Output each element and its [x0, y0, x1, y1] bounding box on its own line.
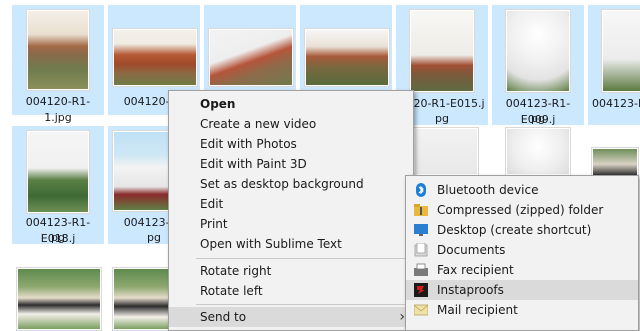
- send-to-documents[interactable]: Documents: [406, 240, 638, 260]
- menu-item-label: Set as desktop background: [200, 177, 364, 191]
- menu-item-label: Send to: [200, 310, 247, 324]
- menu-item-label: Edit with Paint 3D: [200, 157, 307, 171]
- send-to-desktop[interactable]: Desktop (create shortcut): [406, 220, 638, 240]
- bluetooth-icon: [416, 183, 426, 197]
- menu-item-label: Open: [200, 97, 236, 111]
- file-tile[interactable]: 004123-R1-E009.j pg: [492, 5, 584, 126]
- file-name-ext: pg: [531, 112, 545, 125]
- photo-thumbnail: [414, 128, 478, 175]
- menu-item-edit-paint3d[interactable]: Edit with Paint 3D: [169, 154, 413, 174]
- menu-item-label: Create a new video: [200, 117, 317, 131]
- photo-thumbnail: [506, 128, 570, 175]
- menu-item-label: Mail recipient: [437, 303, 518, 317]
- file-tile[interactable]: [12, 262, 104, 330]
- send-to-fax[interactable]: Fax recipient: [406, 260, 638, 280]
- send-to-zip[interactable]: Compressed (zipped) folder: [406, 200, 638, 220]
- menu-separator: [196, 304, 410, 305]
- menu-item-set-desktop-background[interactable]: Set as desktop background: [169, 174, 413, 194]
- file-name-ext: pg: [51, 231, 65, 244]
- menu-item-label: Print: [200, 217, 228, 231]
- photo-thumbnail: [305, 29, 389, 86]
- file-tile[interactable]: [204, 5, 296, 90]
- menu-item-create-video[interactable]: Create a new video: [169, 114, 413, 134]
- menu-item-label: Open with Sublime Text: [200, 237, 342, 251]
- file-tile[interactable]: [300, 5, 392, 90]
- file-tile[interactable]: [410, 126, 480, 176]
- file-name: 004123-R1: [592, 97, 640, 110]
- send-to-submenu: Bluetooth device Compressed (zipped) fol…: [405, 175, 639, 331]
- menu-item-label: Fax recipient: [437, 263, 514, 277]
- menu-item-label: Desktop (create shortcut): [437, 223, 592, 237]
- photo-thumbnail: [27, 10, 89, 90]
- file-tile[interactable]: 004123-R1-E013.j pg: [12, 126, 104, 245]
- menu-item-label: Rotate right: [200, 264, 272, 278]
- send-to-bluetooth[interactable]: Bluetooth device: [406, 180, 638, 200]
- file-tile[interactable]: 004123-R1: [588, 5, 640, 125]
- menu-item-rotate-left[interactable]: Rotate left: [169, 281, 413, 301]
- menu-item-label: Instaproofs: [437, 283, 504, 297]
- zip-folder-icon: [414, 204, 428, 216]
- menu-item-edit-photos[interactable]: Edit with Photos: [169, 134, 413, 154]
- file-tile[interactable]: [108, 262, 170, 330]
- photo-thumbnail: [27, 131, 89, 213]
- photo-thumbnail: [113, 268, 170, 330]
- menu-item-rotate-right[interactable]: Rotate right: [169, 261, 413, 281]
- menu-item-label: Compressed (zipped) folder: [437, 203, 604, 217]
- photo-thumbnail: [410, 10, 474, 92]
- menu-item-label: Edit with Photos: [200, 137, 297, 151]
- menu-item-label: Documents: [437, 243, 506, 257]
- menu-item-open[interactable]: Open: [169, 94, 413, 114]
- menu-item-edit[interactable]: Edit: [169, 194, 413, 214]
- menu-item-label: Bluetooth device: [437, 183, 539, 197]
- file-tile[interactable]: 004120-R1-1.jpg: [12, 5, 104, 124]
- context-menu: Open Create a new video Edit with Photos…: [168, 90, 414, 331]
- menu-item-send-to[interactable]: Send to ›: [169, 307, 413, 327]
- photo-thumbnail: [17, 268, 101, 330]
- documents-icon: [414, 243, 428, 257]
- instaproofs-icon: [414, 283, 428, 297]
- menu-item-label: Rotate left: [200, 284, 263, 298]
- mail-icon: [414, 304, 428, 316]
- photo-thumbnail: [602, 10, 640, 92]
- fax-icon: [414, 263, 428, 276]
- menu-item-label: Edit: [200, 197, 224, 211]
- photo-thumbnail: [209, 29, 293, 86]
- send-to-mail[interactable]: Mail recipient: [406, 300, 638, 320]
- desktop-icon: [414, 224, 428, 236]
- menu-item-open-sublime[interactable]: Open with Sublime Text: [169, 234, 413, 254]
- photo-thumbnail: [113, 29, 197, 86]
- photo-thumbnail: [506, 10, 570, 92]
- send-to-instaproofs[interactable]: Instaproofs: [406, 280, 638, 300]
- menu-item-print[interactable]: Print: [169, 214, 413, 234]
- file-name: 004120-R1-1.jpg: [25, 95, 91, 124]
- file-tile[interactable]: [500, 126, 580, 176]
- menu-separator: [196, 258, 410, 259]
